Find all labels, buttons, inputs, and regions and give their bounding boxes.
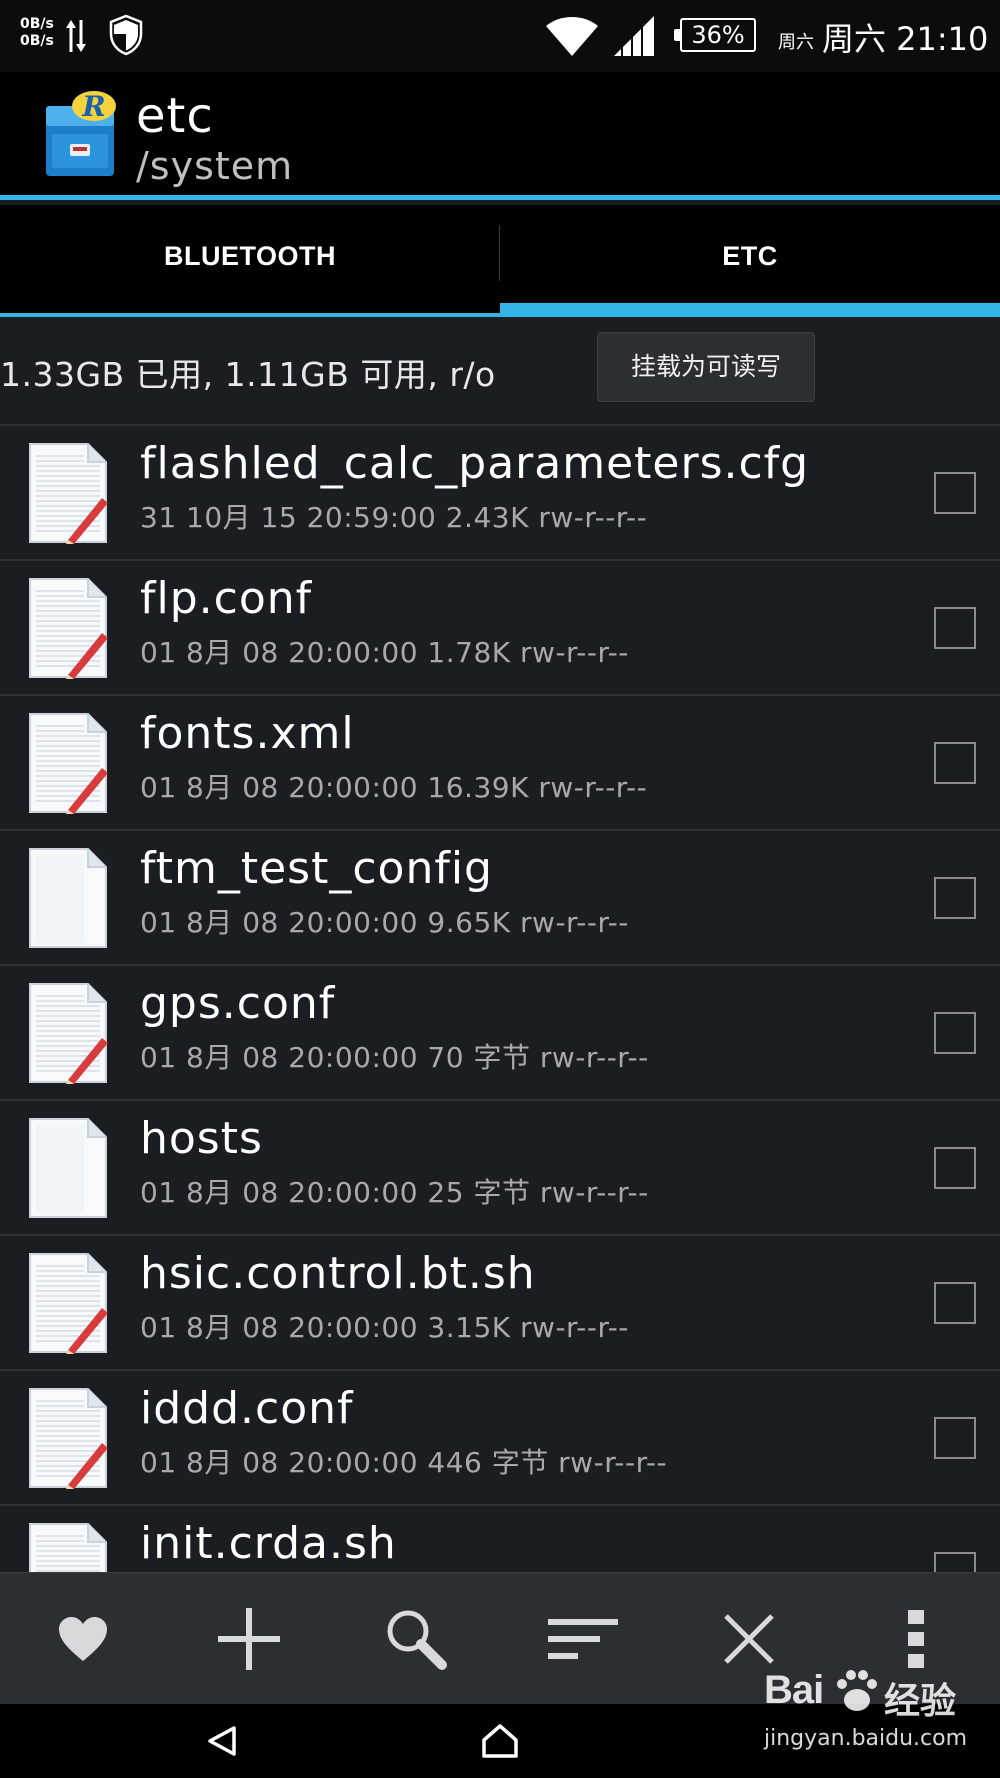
net-speed-up: 0B/s — [20, 16, 54, 32]
blank-file-icon — [29, 848, 107, 948]
blank-file-icon — [29, 1118, 107, 1218]
status-bar: 0B/s 0B/s 36% 周六 周六 21:10 — [0, 0, 1000, 72]
file-row[interactable]: gps.conf 01 8月 08 20:00:00 70 字节 rw-r--r-… — [0, 966, 1000, 1101]
file-row[interactable]: iddd.conf 01 8月 08 20:00:00 446 字节 rw-r--… — [0, 1371, 1000, 1506]
file-details: 01 8月 08 20:00:00 16.39K rw-r--r-- — [140, 771, 648, 804]
text-file-icon — [29, 443, 108, 544]
file-select-checkbox[interactable] — [934, 1417, 976, 1459]
file-select-checkbox[interactable] — [934, 742, 976, 784]
storage-info-bar: 1.33GB 已用, 1.11GB 可用, r/o 挂载为可读写 — [0, 318, 1000, 426]
app-bar: R etc /system — [0, 72, 1000, 200]
file-details: 01 8月 08 20:00:00 70 字节 rw-r--r-- — [140, 1041, 649, 1074]
file-row[interactable]: hsic.control.bt.sh 01 8月 08 20:00:00 3.15… — [0, 1236, 1000, 1371]
favorites-button[interactable] — [0, 1573, 166, 1705]
signal-strength-icon — [614, 16, 654, 56]
file-name: ftm_test_config — [140, 843, 493, 894]
tab-etc[interactable]: ETC — [500, 205, 1000, 317]
file-name: flashled_calc_parameters.cfg — [140, 438, 810, 489]
tab-indicator — [0, 313, 500, 317]
paw-icon — [837, 1670, 877, 1711]
file-details: 01 8月 08 20:00:00 446 字节 rw-r--r-- — [140, 1446, 668, 1479]
file-row[interactable]: flp.conf 01 8月 08 20:00:00 1.78K rw-r--r-… — [0, 561, 1000, 696]
data-transfer-icon — [66, 20, 86, 52]
text-file-icon — [29, 1523, 107, 1572]
baidu-jingyan-watermark: Bai 经验 jingyan.baidu.com — [764, 1664, 1000, 1774]
file-details: 01 8月 08 20:00:00 25 字节 rw-r--r-- — [140, 1176, 649, 1209]
status-day-small: 周六 — [778, 32, 814, 53]
close-icon — [724, 1614, 774, 1664]
file-name: gps.conf — [140, 978, 336, 1029]
watermark-brand: Bai — [764, 1668, 824, 1712]
battery-level: 36% — [691, 21, 745, 49]
file-select-checkbox[interactable] — [934, 472, 976, 514]
back-button[interactable] — [194, 1716, 254, 1766]
text-file-icon — [29, 1253, 108, 1354]
tab-label: BLUETOOTH — [164, 241, 336, 271]
file-select-checkbox[interactable] — [934, 1147, 976, 1189]
mount-read-write-button[interactable]: 挂载为可读写 — [597, 332, 815, 402]
file-name: fonts.xml — [140, 708, 355, 759]
sort-icon — [548, 1619, 618, 1659]
tab-strip: BLUETOOTH ETC — [0, 205, 1000, 317]
battery-indicator: 36% — [674, 18, 756, 52]
text-file-icon — [29, 713, 108, 814]
file-row[interactable]: fonts.xml 01 8月 08 20:00:00 16.39K rw-r--… — [0, 696, 1000, 831]
svg-text:R: R — [81, 90, 105, 123]
text-file-icon — [29, 983, 108, 1084]
search-button[interactable] — [333, 1573, 499, 1705]
tab-label: ETC — [722, 241, 778, 271]
storage-usage-text: 1.33GB 已用, 1.11GB 可用, r/o — [0, 355, 496, 394]
file-name: init.crda.sh — [140, 1518, 397, 1569]
status-clock: 周六 21:10 — [822, 20, 989, 58]
file-name: hosts — [140, 1113, 263, 1164]
sort-button[interactable] — [500, 1573, 666, 1705]
heart-icon — [59, 1617, 107, 1661]
file-row[interactable]: init.crda.sh — [0, 1506, 1000, 1572]
file-select-checkbox[interactable] — [934, 607, 976, 649]
file-details: 01 8月 08 20:00:00 3.15K rw-r--r-- — [140, 1311, 629, 1344]
file-row[interactable]: ftm_test_config 01 8月 08 20:00:00 9.65K r… — [0, 831, 1000, 966]
text-file-icon — [29, 1388, 108, 1489]
folder-path: /system — [136, 144, 294, 188]
home-icon — [482, 1724, 518, 1758]
file-row[interactable]: flashled_calc_parameters.cfg 31 10月 15 20… — [0, 426, 1000, 561]
tab-bluetooth[interactable]: BLUETOOTH — [0, 205, 500, 317]
tab-selected-indicator — [500, 303, 1000, 317]
file-select-checkbox[interactable] — [934, 1012, 976, 1054]
watermark-brand-cn: 经验 — [884, 1681, 957, 1722]
file-select-checkbox[interactable] — [934, 1282, 976, 1324]
watermark-url: jingyan.baidu.com — [764, 1726, 968, 1751]
overflow-menu-icon — [908, 1610, 924, 1668]
file-select-checkbox[interactable] — [934, 877, 976, 919]
file-name: flp.conf — [140, 573, 313, 624]
file-select-checkbox[interactable] — [934, 1552, 976, 1572]
root-explorer-logo-icon[interactable]: R — [40, 90, 120, 180]
new-item-button[interactable] — [166, 1573, 332, 1705]
back-icon — [208, 1726, 236, 1756]
file-list: flashled_calc_parameters.cfg 31 10月 15 20… — [0, 426, 1000, 1572]
home-button[interactable] — [470, 1716, 530, 1766]
file-name: hsic.control.bt.sh — [140, 1248, 536, 1299]
wifi-icon — [546, 17, 598, 56]
plus-icon — [218, 1608, 280, 1670]
text-file-icon — [29, 578, 108, 679]
search-icon — [387, 1610, 447, 1670]
file-details: 01 8月 08 20:00:00 9.65K rw-r--r-- — [140, 906, 629, 939]
file-details: 01 8月 08 20:00:00 1.78K rw-r--r-- — [140, 636, 629, 669]
folder-title: etc — [136, 88, 214, 144]
shield-icon — [109, 14, 143, 56]
file-details: 31 10月 15 20:59:00 2.43K rw-r--r-- — [140, 501, 648, 534]
file-name: iddd.conf — [140, 1383, 354, 1434]
file-row[interactable]: hosts 01 8月 08 20:00:00 25 字节 rw-r--r-- — [0, 1101, 1000, 1236]
network-speed: 0B/s 0B/s — [20, 16, 54, 50]
net-speed-down: 0B/s — [20, 33, 54, 49]
